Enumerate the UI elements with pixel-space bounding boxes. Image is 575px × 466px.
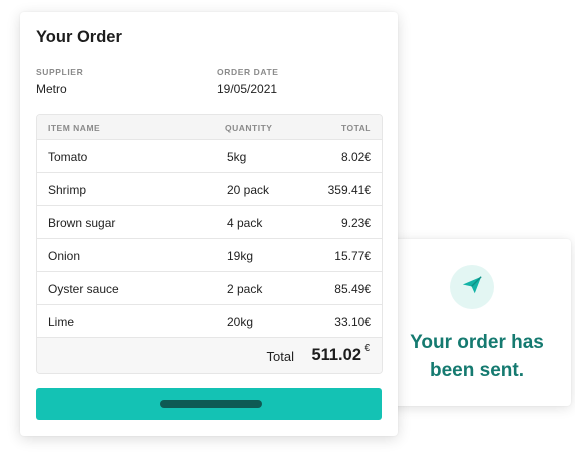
total-label: Total — [266, 349, 294, 364]
table-row: Tomato 5kg 8.02€ — [37, 140, 382, 173]
total-currency: € — [364, 343, 370, 354]
item-quantity: 2 pack — [227, 282, 263, 296]
item-quantity: 20 pack — [227, 183, 270, 197]
item-total: 359.41€ — [327, 183, 371, 197]
item-quantity: 4 pack — [227, 216, 263, 230]
table-row: Oyster sauce 2 pack 85.49€ — [37, 272, 382, 305]
sent-icon-badge — [450, 265, 494, 309]
item-name: Brown sugar — [48, 216, 116, 230]
order-screen: Your order has been sent. Your Order SUP… — [0, 0, 575, 466]
button-label-placeholder — [160, 400, 262, 408]
table-row: Onion 19kg 15.77€ — [37, 239, 382, 272]
column-header-total: TOTAL — [340, 123, 371, 133]
table-row: Brown sugar 4 pack 9.23€ — [37, 206, 382, 239]
order-card: Your Order SUPPLIER Metro ORDER DATE 19/… — [20, 12, 398, 436]
total-value: 511.02 — [311, 346, 361, 364]
table-header: ITEM NAME QUANTITY TOTAL — [37, 115, 382, 140]
item-quantity: 19kg — [227, 249, 254, 263]
item-total: 9.23€ — [340, 216, 371, 230]
item-total: 33.10€ — [334, 315, 371, 329]
item-total: 15.77€ — [334, 249, 371, 263]
paper-plane-icon — [461, 274, 483, 301]
item-total: 85.49€ — [334, 282, 371, 296]
item-quantity: 5kg — [227, 150, 247, 164]
item-name: Onion — [48, 249, 81, 263]
item-name: Oyster sauce — [48, 282, 119, 296]
order-date-value: 19/05/2021 — [217, 82, 278, 96]
order-date-label: ORDER DATE — [217, 67, 279, 77]
item-name: Tomato — [48, 150, 88, 164]
order-title: Your Order — [36, 28, 122, 46]
table-row: Lime 20kg 33.10€ — [37, 305, 382, 338]
item-name: Shrimp — [48, 183, 87, 197]
item-name: Lime — [48, 315, 75, 329]
table-row: Shrimp 20 pack 359.41€ — [37, 173, 382, 206]
column-header-item-name: ITEM NAME — [48, 123, 101, 133]
item-total: 8.02€ — [340, 150, 371, 164]
supplier-label: SUPPLIER — [36, 67, 84, 77]
item-quantity: 20kg — [227, 315, 254, 329]
column-header-quantity: QUANTITY — [225, 123, 273, 133]
submit-order-button[interactable] — [36, 388, 382, 420]
order-sent-message: Your order has been sent. — [410, 332, 544, 381]
supplier-value: Metro — [36, 82, 67, 96]
total-row: Total 511.02 € — [37, 338, 382, 373]
items-table: ITEM NAME QUANTITY TOTAL Tomato 5kg 8.02… — [36, 114, 383, 374]
